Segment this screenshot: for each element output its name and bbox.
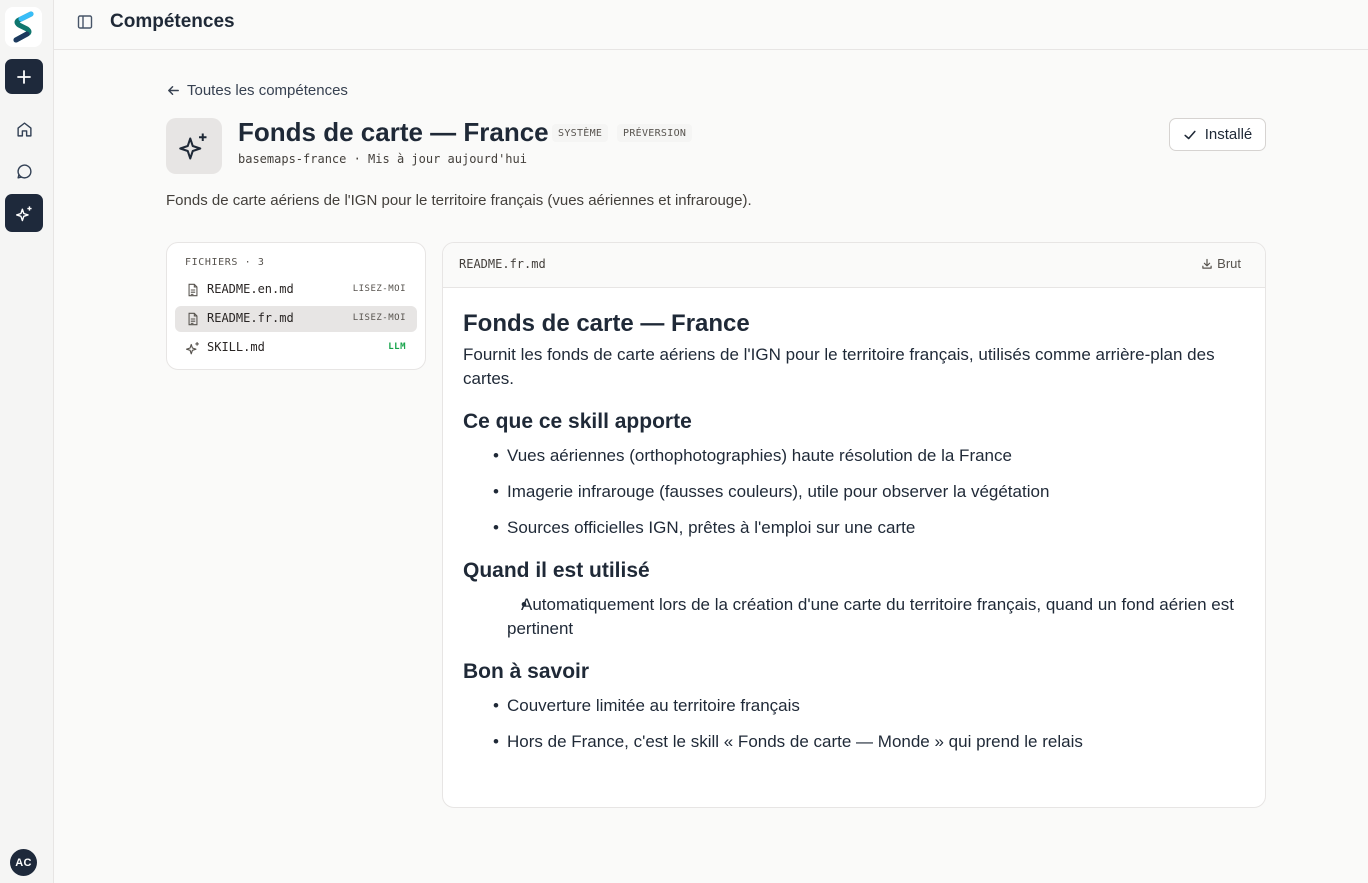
badge-preview: PRÉVERSION [617,124,693,142]
markdown-document: Fonds de carte — France Fournit les fond… [463,309,1243,766]
doc-title: Fonds de carte — France [463,310,750,337]
nav-chat[interactable] [5,152,43,190]
app-logo[interactable] [5,7,42,47]
skill-meta: basemaps-france · Mis à jour aujourd'hui [238,152,527,166]
files-header: FICHIERS · 3 [185,257,265,268]
chat-bubble-icon [16,163,32,179]
file-item-readme-fr[interactable]: README.fr.md LISEZ-MOI [175,306,417,332]
file-tag-llm: LLM [388,342,406,352]
sparkles-icon [179,133,207,160]
back-to-all-skills-link[interactable]: Toutes les compétences [166,82,348,99]
skill-description: Fonds de carte aériens de l'IGN pour le … [166,192,752,209]
list-item: Couverture limitée au territoire françai… [463,694,1243,718]
file-viewer: README.fr.md Brut Fonds de carte — Franc… [442,242,1266,808]
page-title: Compétences [110,11,235,32]
file-tag: LISEZ-MOI [352,284,406,294]
doc-list: Couverture limitée au territoire françai… [463,694,1243,754]
skill-icon-tile [166,118,222,174]
files-panel: FICHIERS · 3 README.en.md LISEZ-MOI READ… [166,242,426,370]
doc-section-heading: Ce que ce skill apporte [463,410,692,433]
file-tag: LISEZ-MOI [352,313,406,323]
nav-skills[interactable] [5,194,43,232]
raw-label: Brut [1217,256,1241,271]
sidebar-rail: AC [0,0,54,883]
list-item: Sources officielles IGN, prêtes à l'empl… [463,516,1243,540]
doc-list: Vues aériennes (orthophotographies) haut… [463,444,1243,540]
file-name: README.fr.md [207,311,294,325]
viewer-file-name: README.fr.md [459,257,546,271]
raw-download-button[interactable]: Brut [1201,256,1241,271]
badge-system: SYSTÈME [552,124,609,142]
file-item-readme-en[interactable]: README.en.md LISEZ-MOI [175,277,417,303]
list-item: Automatiquement lors de la création d'un… [463,593,1243,641]
file-name: SKILL.md [207,340,265,354]
doc-section-heading: Bon à savoir [463,660,590,683]
sparkles-icon [186,342,199,355]
installed-button[interactable]: Installé [1169,118,1266,151]
back-link-label: Toutes les compétences [187,82,348,99]
nav-home[interactable] [5,110,43,148]
viewer-header: README.fr.md Brut [443,243,1265,288]
doc-section-heading: Quand il est utilisé [463,559,650,582]
file-name: README.en.md [207,282,294,296]
logo-icon [13,11,33,43]
installed-label: Installé [1204,126,1253,143]
sidebar-toggle-icon [77,15,93,29]
home-icon [16,121,32,137]
list-item: Imagerie infrarouge (fausses couleurs), … [463,480,1243,504]
arrow-left-icon [168,86,179,95]
new-button[interactable] [5,59,43,94]
skill-title: Fonds de carte — France [238,117,549,147]
user-avatar[interactable]: AC [10,849,37,876]
download-icon [1202,258,1212,269]
check-icon [1184,130,1196,139]
document-icon [188,283,198,297]
sparkles-icon [15,205,32,221]
list-item: Vues aériennes (orthophotographies) haut… [463,444,1243,468]
list-item: Hors de France, c'est le skill « Fonds d… [463,730,1243,754]
doc-intro: Fournit les fonds de carte aériens de l'… [463,345,1215,388]
plus-icon [17,69,31,84]
top-bar: Compétences [54,0,1368,50]
doc-list: Automatiquement lors de la création d'un… [463,593,1243,641]
document-icon [188,312,198,326]
sidebar-toggle-button[interactable] [75,12,95,32]
file-item-skill[interactable]: SKILL.md LLM [175,335,417,361]
